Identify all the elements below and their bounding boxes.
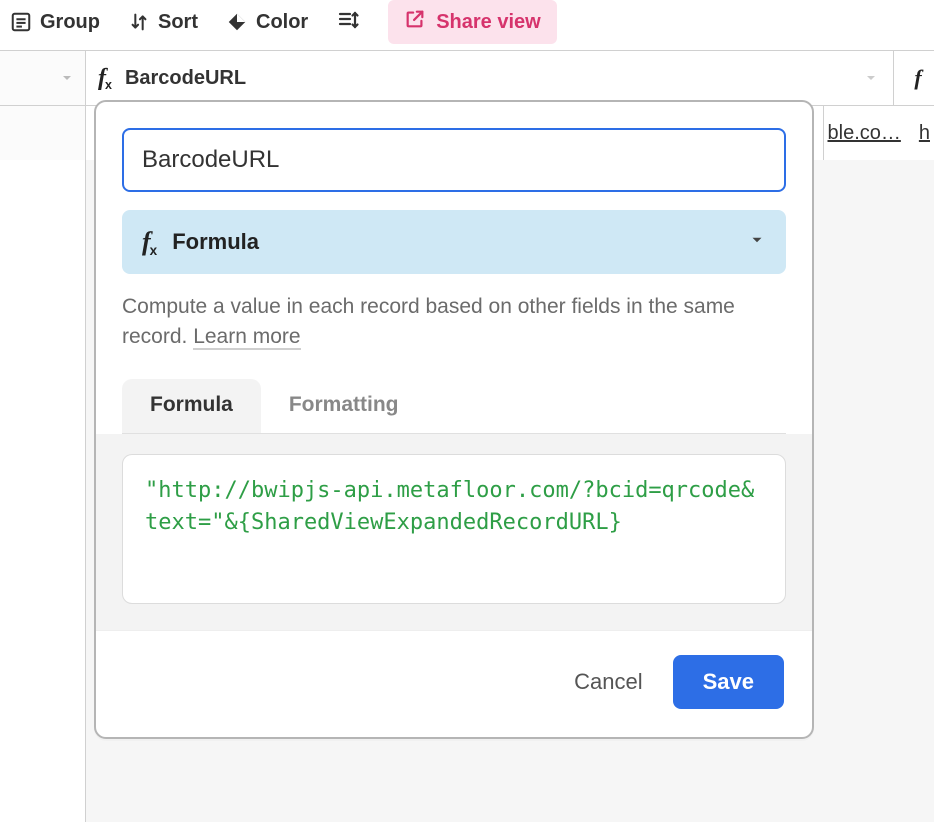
prev-column-header[interactable] <box>0 51 86 105</box>
group-icon <box>10 11 32 33</box>
formula-editor[interactable]: "http://bwipjs-api.metafloor.com/?bcid=q… <box>122 454 786 604</box>
chevron-down-icon[interactable] <box>863 70 879 86</box>
grid-gutter <box>0 160 86 822</box>
popover-footer: Cancel Save <box>96 630 812 737</box>
group-button[interactable]: Group <box>10 11 100 34</box>
field-config-tabs: Formula Formatting <box>122 379 786 434</box>
row-cell-next-fragment[interactable]: h <box>919 122 930 145</box>
column-title: BarcodeURL <box>125 67 246 90</box>
field-type-select[interactable]: fx Formula <box>122 210 786 274</box>
view-toolbar: Group Sort Color <box>0 0 934 44</box>
field-type-label: Formula <box>172 229 259 255</box>
field-name-input[interactable] <box>122 128 786 192</box>
row-height-button[interactable] <box>336 8 360 37</box>
save-button[interactable]: Save <box>673 655 784 709</box>
sort-label: Sort <box>158 11 198 34</box>
formula-editor-area: "http://bwipjs-api.metafloor.com/?bcid=q… <box>96 434 812 630</box>
share-view-button[interactable]: Share view <box>388 0 557 44</box>
field-config-popover: fx Formula Compute a value in each recor… <box>94 100 814 739</box>
color-button[interactable]: Color <box>226 11 308 34</box>
column-headers: fx BarcodeURL f <box>0 50 934 106</box>
chevron-down-icon[interactable] <box>59 70 75 86</box>
row-height-icon <box>336 8 360 37</box>
next-column-header[interactable]: f <box>894 51 934 105</box>
field-type-help: Compute a value in each record based on … <box>122 292 786 353</box>
column-header-barcodeurl[interactable]: fx BarcodeURL <box>86 51 894 105</box>
learn-more-link[interactable]: Learn more <box>193 325 300 350</box>
share-icon <box>404 8 426 36</box>
formula-fx-icon: f <box>914 65 921 91</box>
row-cell-prev[interactable] <box>0 106 86 161</box>
formula-fx-icon: fx <box>142 227 158 257</box>
row-cell-url-truncated[interactable]: ble.co… <box>828 122 901 145</box>
sort-button[interactable]: Sort <box>128 11 198 34</box>
formula-fx-icon: fx <box>98 65 113 92</box>
group-label: Group <box>40 11 100 34</box>
color-icon <box>226 11 248 33</box>
cancel-button[interactable]: Cancel <box>566 659 650 705</box>
tab-formula[interactable]: Formula <box>122 379 261 433</box>
sort-icon <box>128 11 150 33</box>
chevron-down-icon <box>748 231 766 254</box>
tab-formatting[interactable]: Formatting <box>261 379 427 433</box>
color-label: Color <box>256 11 308 34</box>
share-view-label: Share view <box>436 11 541 34</box>
